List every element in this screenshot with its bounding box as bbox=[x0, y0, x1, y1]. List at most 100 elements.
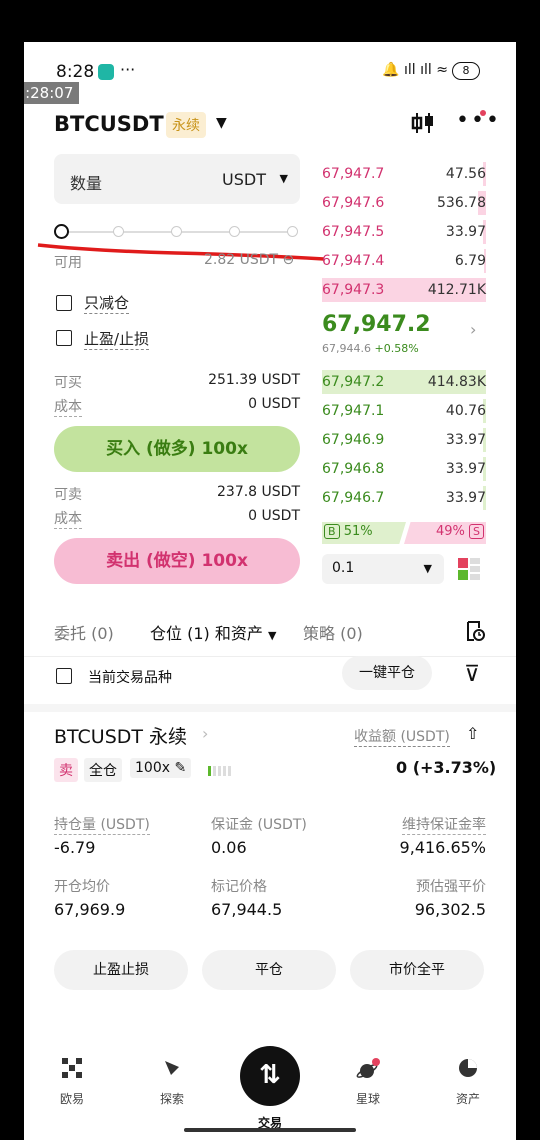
tab-strategy[interactable]: 策略 (0) bbox=[303, 620, 363, 644]
current-symbol-checkbox[interactable] bbox=[56, 668, 72, 684]
current-symbol-label[interactable]: 当前交易品种 bbox=[88, 667, 172, 687]
price: 67,947.6 bbox=[322, 195, 385, 211]
price: 67,947.3 bbox=[322, 282, 385, 298]
bid-row[interactable]: 67,947.2 414.83K bbox=[322, 370, 486, 394]
size: 33.97 bbox=[445, 224, 486, 240]
nav-assets[interactable]: 资产 bbox=[438, 1058, 498, 1107]
liq-price-label: 预估强平价 bbox=[416, 879, 486, 895]
slider-step-75[interactable] bbox=[229, 226, 240, 237]
bid-row[interactable]: 67,946.9 33.97 bbox=[322, 428, 486, 452]
price: 67,947.2 bbox=[322, 374, 385, 390]
buy-long-button[interactable]: 买入 (做多) 100x bbox=[54, 426, 300, 472]
margin-value: 0.06 bbox=[211, 838, 247, 857]
mid-price: 67,947.2 bbox=[322, 312, 431, 337]
reduce-only-checkbox[interactable] bbox=[56, 295, 72, 311]
nav-discover[interactable]: 探索 bbox=[142, 1058, 202, 1107]
side-badge: 卖 bbox=[54, 758, 78, 782]
share-icon[interactable]: ⇧ bbox=[466, 724, 479, 743]
filter-icon[interactable]: ⊽ bbox=[464, 662, 480, 687]
sell-cost-value: 0 USDT bbox=[248, 508, 300, 524]
ask-row[interactable]: 67,947.4 6.79 bbox=[322, 249, 486, 273]
buy-available-label: 可买 bbox=[54, 375, 82, 391]
sell-available-label: 可卖 bbox=[54, 487, 82, 503]
entry-price-value: 67,969.9 bbox=[54, 900, 126, 919]
unit-dropdown-icon[interactable]: ▼ bbox=[280, 172, 288, 185]
size-label: 持仓量 (USDT) bbox=[54, 814, 150, 835]
size: 33.97 bbox=[445, 461, 486, 477]
more-menu-icon[interactable]: ••• bbox=[456, 108, 501, 133]
positions-dropdown-icon: ▼ bbox=[267, 629, 277, 642]
orderbook-layout-icon[interactable] bbox=[456, 556, 482, 582]
candle-icon[interactable] bbox=[410, 110, 436, 142]
entry-price-label: 开仓均价 bbox=[54, 879, 110, 895]
nav-trade[interactable]: ⇅ 交易 bbox=[240, 1046, 300, 1131]
price-change: +0.58% bbox=[374, 342, 419, 355]
price: 67,946.9 bbox=[322, 432, 385, 448]
size: 6.79 bbox=[454, 253, 486, 269]
quantity-label: 数量 bbox=[70, 174, 103, 193]
slider-step-50[interactable] bbox=[171, 226, 182, 237]
margin-mode-badge: 全仓 bbox=[84, 758, 122, 782]
bid-row[interactable]: 67,946.7 33.97 bbox=[322, 486, 486, 510]
available-label: 可用 bbox=[54, 255, 82, 271]
sell-ratio-value: 49% bbox=[435, 524, 465, 539]
ask-row[interactable]: 67,947.6 536.78 bbox=[322, 191, 486, 215]
nav-discover-label: 探索 bbox=[159, 1092, 184, 1106]
position-chevron-icon[interactable]: › bbox=[202, 724, 208, 743]
tp-sl-button[interactable]: 止盈止损 bbox=[54, 950, 188, 990]
leverage-badge[interactable]: 100x ✎ bbox=[130, 758, 192, 778]
pair-symbol[interactable]: BTCUSDT bbox=[54, 112, 164, 136]
slider-step-100[interactable] bbox=[287, 226, 298, 237]
liq-price-value: 96,302.5 bbox=[414, 900, 486, 919]
planet-icon bbox=[338, 1058, 398, 1084]
size: 33.97 bbox=[445, 490, 486, 506]
home-indicator bbox=[184, 1128, 356, 1132]
bid-row[interactable]: 67,946.8 33.97 bbox=[322, 457, 486, 481]
close-position-button[interactable]: 平仓 bbox=[202, 950, 336, 990]
chevron-right-icon[interactable]: › bbox=[470, 320, 476, 339]
mark-price-value: 67,944.5 bbox=[211, 900, 283, 919]
size: 412.71K bbox=[427, 282, 486, 298]
nav-okx[interactable]: 欧易 bbox=[42, 1058, 102, 1107]
overlay-clock: 20:28:07 bbox=[24, 82, 80, 104]
size: 40.76 bbox=[445, 403, 486, 419]
pie-chart-icon bbox=[438, 1058, 498, 1084]
sell-short-button[interactable]: 卖出 (做空) 100x bbox=[54, 538, 300, 584]
close-all-button[interactable]: 一键平仓 bbox=[342, 656, 432, 690]
precision-select[interactable]: 0.1 ▼ bbox=[322, 554, 444, 584]
ask-row[interactable]: 67,947.3 412.71K bbox=[322, 278, 486, 302]
battery-icon: 8 bbox=[452, 62, 480, 80]
market-close-button[interactable]: 市价全平 bbox=[350, 950, 484, 990]
app-notification-icon bbox=[98, 64, 114, 80]
tp-sl-checkbox[interactable] bbox=[56, 330, 72, 346]
tab-orders[interactable]: 委托 (0) bbox=[54, 620, 114, 644]
mmr-label: 维持保证金率 bbox=[402, 814, 486, 835]
bottom-panel-tabs: 委托 (0) 仓位 (1) 和资产 ▼ 策略 (0) bbox=[24, 616, 516, 657]
tab-positions[interactable]: 仓位 (1) 和资产 ▼ bbox=[150, 620, 276, 644]
available-value: 2.82 USDT ⊖ bbox=[204, 252, 295, 268]
pair-dropdown-icon[interactable]: ▼ bbox=[216, 115, 227, 131]
buy-cost-label: 成本 bbox=[54, 396, 82, 417]
signal-icons: 🔔 ıll ıll ≈ bbox=[382, 62, 448, 78]
status-more-dots: ··· bbox=[120, 60, 136, 79]
ask-row[interactable]: 67,947.5 33.97 bbox=[322, 220, 486, 244]
tp-sl-label[interactable]: 止盈/止损 bbox=[84, 328, 150, 350]
quantity-input[interactable]: 数量 USDT ▼ bbox=[54, 154, 300, 204]
mark-price-sub: 67,944.6 bbox=[322, 342, 371, 355]
sell-available-value: 237.8 USDT bbox=[217, 484, 300, 500]
mmr-value: 9,416.65% bbox=[399, 838, 486, 857]
nav-planet[interactable]: 星球 bbox=[338, 1058, 398, 1107]
section-divider bbox=[24, 704, 516, 712]
buy-sell-ratio-bar: B 51% 49% S bbox=[322, 522, 486, 544]
ask-row[interactable]: 67,947.7 47.56 bbox=[322, 162, 486, 186]
order-history-icon[interactable] bbox=[464, 620, 486, 646]
margin-label: 保证金 (USDT) bbox=[211, 817, 307, 833]
reduce-only-label[interactable]: 只减仓 bbox=[84, 292, 130, 314]
quantity-unit[interactable]: USDT bbox=[222, 170, 266, 189]
position-title[interactable]: BTCUSDT 永续 bbox=[54, 722, 187, 749]
slider-step-25[interactable] bbox=[113, 226, 124, 237]
size-value: -6.79 bbox=[54, 838, 96, 857]
risk-bar-icon bbox=[208, 762, 232, 781]
pnl-label[interactable]: 收益额 (USDT) bbox=[354, 726, 450, 747]
bid-row[interactable]: 67,947.1 40.76 bbox=[322, 399, 486, 423]
